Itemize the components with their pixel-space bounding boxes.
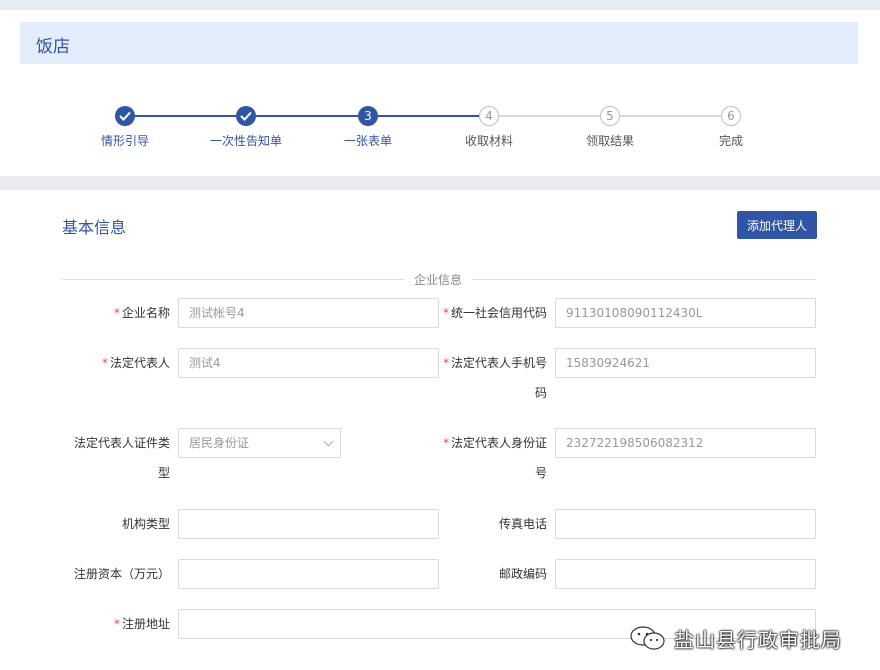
section-title: 基本信息 xyxy=(62,218,127,237)
form-card: 基本信息 添加代理人 企业信息 * 企业名称 测试帐号4 * 统一社会信用代码 91… xyxy=(0,190,880,670)
fax-label: 传真电话 xyxy=(498,517,547,531)
credit-code-label: * 统一社会信用代码 xyxy=(442,306,547,320)
legal-rep-field[interactable]: 测试4 xyxy=(178,348,439,378)
step-1[interactable]: 情形引导 xyxy=(65,106,185,149)
header-card: 饭店 情形引导 一次性告知单 3 一张表单 4 收取材料 5 领取结果 6 完成 xyxy=(0,10,880,176)
legal-rep-id-field[interactable]: 232722198506082312 xyxy=(555,428,816,458)
page-title: 饭店 xyxy=(36,37,70,57)
step-label: 领取结果 xyxy=(585,134,634,148)
org-type-label: 机构类型 xyxy=(121,517,170,531)
reg-capital-field[interactable] xyxy=(178,559,439,589)
postal-code-field[interactable] xyxy=(555,559,816,589)
step-label: 收取材料 xyxy=(464,134,513,148)
check-icon xyxy=(115,106,135,126)
step-number: 5 xyxy=(600,106,620,126)
step-label: 情形引导 xyxy=(100,134,149,148)
reg-capital-label: 注册资本（万元） xyxy=(73,567,170,581)
step-number: 4 xyxy=(479,106,499,126)
title-bar: 饭店 xyxy=(20,22,858,64)
legal-rep-phone-field[interactable]: 15830924621 xyxy=(555,348,816,378)
fax-field[interactable] xyxy=(555,509,816,539)
step-label: 一张表单 xyxy=(343,134,392,148)
credit-code-field[interactable]: 91130108090112430L xyxy=(555,298,816,328)
step-label: 一次性告知单 xyxy=(209,134,282,148)
legal-rep-label: * 法定代表人 xyxy=(101,356,170,370)
watermark-text: 盐山县行政审批局 xyxy=(674,627,842,652)
step-2[interactable]: 一次性告知单 xyxy=(186,106,306,149)
add-agent-button[interactable]: 添加代理人 xyxy=(737,211,817,239)
stepper: 情形引导 一次性告知单 3 一张表单 4 收取材料 5 领取结果 6 完成 xyxy=(0,106,880,166)
reg-address-label: * 注册地址 xyxy=(113,617,170,631)
step-number: 6 xyxy=(721,106,741,126)
id-type-label: 法定代表人证件类 型 xyxy=(73,436,170,480)
step-4[interactable]: 4 收取材料 xyxy=(429,106,549,149)
legal-rep-phone-label: * 法定代表人手机号 码 xyxy=(442,356,547,400)
step-5[interactable]: 5 领取结果 xyxy=(550,106,670,149)
watermark: 盐山县行政审批局 xyxy=(628,620,868,656)
org-type-field[interactable] xyxy=(178,509,439,539)
company-name-field[interactable]: 测试帐号4 xyxy=(178,298,439,328)
chevron-down-icon xyxy=(323,436,334,447)
divider-label: 企业信息 xyxy=(404,271,473,288)
step-3[interactable]: 3 一张表单 xyxy=(308,106,428,149)
postal-code-label: 邮政编码 xyxy=(498,567,547,581)
company-name-label: * 企业名称 xyxy=(113,306,170,320)
wechat-icon xyxy=(630,626,665,650)
step-6[interactable]: 6 完成 xyxy=(671,106,791,149)
id-type-select[interactable]: 居民身份证 xyxy=(178,428,341,458)
step-number: 3 xyxy=(358,106,378,126)
step-label: 完成 xyxy=(718,134,743,148)
legal-rep-id-label: * 法定代表人身份证 号 xyxy=(442,436,547,480)
check-icon xyxy=(236,106,256,126)
